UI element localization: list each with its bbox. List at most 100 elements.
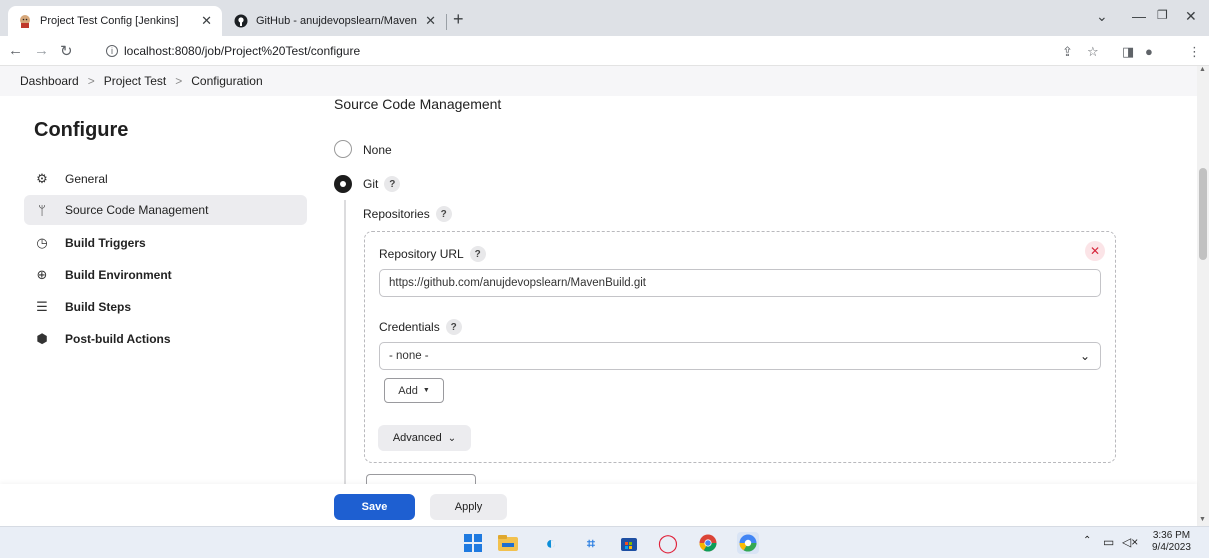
tab-title: Project Test Config [Jenkins] xyxy=(40,15,179,27)
tab-divider xyxy=(446,14,447,30)
help-icon[interactable]: ? xyxy=(384,176,401,192)
tray-overflow-icon[interactable]: ⌃ xyxy=(1083,535,1091,546)
side-panel-icon[interactable]: ◨ xyxy=(1122,44,1134,60)
volume-icon[interactable]: ◁× xyxy=(1122,535,1138,549)
breadcrumb-project[interactable]: Project Test xyxy=(104,74,166,88)
list-icon: ☰ xyxy=(36,299,48,314)
url-text: localhost:8080/job/Project%20Test/config… xyxy=(124,44,361,58)
scroll-up-icon[interactable]: ▲ xyxy=(1199,66,1206,73)
clock-date: 9/4/2023 xyxy=(1152,542,1191,553)
system-clock[interactable]: 3:36 PM 9/4/2023 xyxy=(1152,530,1191,554)
sidebar-item-build-triggers[interactable]: ◷ Build Triggers xyxy=(24,228,307,258)
tab-github[interactable]: GitHub - anujdevopslearn/Maven ✕ xyxy=(224,6,446,36)
git-section-rail xyxy=(344,200,346,485)
restore-icon[interactable]: ❐ xyxy=(1157,8,1168,22)
repositories-label: Repositories xyxy=(363,207,430,221)
minimize-icon[interactable]: — xyxy=(1132,8,1146,24)
sidebar-item-source-code-management[interactable]: ᛘ Source Code Management xyxy=(24,195,307,225)
repositories-label-row: Repositories ? xyxy=(363,206,452,222)
apply-button[interactable]: Apply xyxy=(430,494,507,520)
sidebar-item-label: Build Environment xyxy=(65,268,172,282)
sidebar-item-general[interactable]: ⚙ General xyxy=(24,164,307,194)
scrollbar-thumb[interactable] xyxy=(1199,168,1207,260)
github-icon xyxy=(234,14,248,28)
network-icon[interactable]: ▭ xyxy=(1103,535,1114,549)
help-icon[interactable]: ? xyxy=(445,319,462,335)
forward-icon[interactable]: → xyxy=(34,42,49,59)
sidebar-item-label: Build Triggers xyxy=(65,236,146,250)
credentials-value: - none - xyxy=(389,350,429,362)
credentials-label: Credentials xyxy=(379,320,440,334)
section-title: Source Code Management xyxy=(334,96,502,112)
close-tab-icon[interactable]: ✕ xyxy=(425,13,436,29)
back-icon[interactable]: ← xyxy=(8,42,23,59)
sidebar-item-post-build-actions[interactable]: ⬢ Post-build Actions xyxy=(24,324,307,354)
profile-icon[interactable]: ● xyxy=(1145,44,1153,59)
help-icon[interactable]: ? xyxy=(435,206,452,222)
edge-browser-icon[interactable]: ◐ xyxy=(540,532,562,554)
save-button[interactable]: Save xyxy=(334,494,415,520)
delete-repository-icon[interactable]: ✕ xyxy=(1085,241,1105,261)
jenkins-icon xyxy=(20,15,30,28)
radio-scm-git[interactable] xyxy=(334,175,352,193)
page-title: Configure xyxy=(34,119,129,141)
site-info-icon[interactable]: i xyxy=(106,45,118,57)
url-bar[interactable]: i localhost:8080/job/Project%20Test/conf… xyxy=(106,40,1036,62)
page-scrollbar[interactable]: ▲ ▼ xyxy=(1197,66,1209,526)
reload-icon[interactable]: ↻ xyxy=(60,42,73,60)
radio-scm-none[interactable] xyxy=(334,140,352,158)
add-credentials-button[interactable]: Add ▼ xyxy=(384,378,444,403)
menu-kebab-icon[interactable]: ⋮ xyxy=(1188,44,1201,60)
repository-url-input[interactable]: https://github.com/anujdevopslearn/Maven… xyxy=(379,269,1101,297)
share-icon[interactable]: ⇪ xyxy=(1062,44,1073,60)
sidebar-item-label: Build Steps xyxy=(65,300,132,314)
repo-url-label-row: Repository URL ? xyxy=(379,246,486,262)
opera-icon[interactable]: ◯ xyxy=(657,532,679,554)
gear-icon: ⚙ xyxy=(36,171,48,186)
clock-icon: ◷ xyxy=(36,235,48,250)
git-label-row: Git ? xyxy=(363,176,401,192)
tab-search-chevron-icon[interactable]: ⌄ xyxy=(1096,8,1108,25)
radio-none-label[interactable]: None xyxy=(363,143,392,157)
file-explorer-icon[interactable] xyxy=(497,532,519,554)
credentials-label-row: Credentials ? xyxy=(379,319,462,335)
sidebar-item-label: General xyxy=(65,172,108,186)
sidebar-item-label: Source Code Management xyxy=(65,203,209,217)
store-icon[interactable] xyxy=(618,532,640,554)
new-tab-icon[interactable]: + xyxy=(453,9,464,30)
address-bar-row: ← → ↻ i localhost:8080/job/Project%20Tes… xyxy=(0,36,1209,66)
browser-tab-bar: Project Test Config [Jenkins] ✕ GitHub -… xyxy=(0,0,1209,36)
form-footer xyxy=(0,484,1197,526)
close-tab-icon[interactable]: ✕ xyxy=(201,13,212,29)
radio-git-label[interactable]: Git xyxy=(363,177,378,191)
chevron-down-icon: ⌄ xyxy=(447,432,457,444)
breadcrumb-separator-icon: > xyxy=(175,74,183,88)
chrome-active-icon[interactable] xyxy=(737,532,759,554)
box-icon: ⬢ xyxy=(36,331,48,346)
sidebar-item-label: Post-build Actions xyxy=(65,332,171,346)
clock-time: 3:36 PM xyxy=(1152,530,1191,541)
chevron-down-icon: ⌄ xyxy=(1079,349,1090,363)
breadcrumb-dashboard[interactable]: Dashboard xyxy=(20,74,79,88)
help-icon[interactable]: ? xyxy=(469,246,486,262)
close-window-icon[interactable]: ✕ xyxy=(1185,8,1197,25)
advanced-button[interactable]: Advanced ⌄ xyxy=(378,425,471,451)
globe-icon: ⊕ xyxy=(36,267,48,282)
sidebar-item-build-steps[interactable]: ☰ Build Steps xyxy=(24,292,307,322)
breadcrumb-configuration[interactable]: Configuration xyxy=(191,74,262,88)
advanced-button-label: Advanced xyxy=(392,432,442,444)
sidebar-item-build-environment[interactable]: ⊕ Build Environment xyxy=(24,260,307,290)
tab-jenkins-config[interactable]: Project Test Config [Jenkins] ✕ xyxy=(8,6,222,36)
chrome-icon[interactable] xyxy=(697,532,719,554)
scroll-down-icon[interactable]: ▼ xyxy=(1199,516,1206,523)
caret-down-icon: ▼ xyxy=(422,387,430,394)
snipping-tool-icon[interactable]: ⌗ xyxy=(580,532,602,554)
os-taskbar: ◐ ⌗ ◯ ⌃ ▭ ◁× 3:36 PM 9/4/2023 xyxy=(0,526,1209,558)
windows-start-icon[interactable] xyxy=(462,532,484,554)
credentials-select[interactable]: - none - ⌄ xyxy=(379,342,1101,370)
breadcrumb: Dashboard > Project Test > Configuration xyxy=(0,66,1197,96)
breadcrumb-separator-icon: > xyxy=(87,74,95,88)
tab-title: GitHub - anujdevopslearn/Maven xyxy=(256,15,417,27)
branch-icon: ᛘ xyxy=(38,202,46,218)
bookmark-star-icon[interactable]: ☆ xyxy=(1087,44,1099,60)
